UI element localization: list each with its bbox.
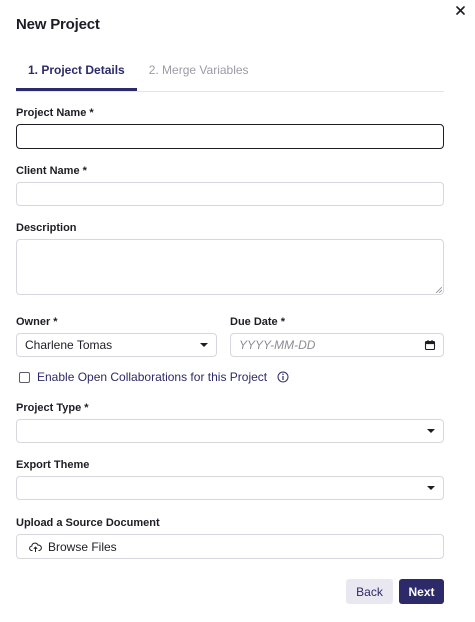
project-type-select[interactable]	[16, 419, 444, 443]
upload-cloud-icon	[29, 542, 42, 552]
chevron-down-icon	[427, 429, 435, 433]
calendar-icon[interactable]	[424, 339, 436, 351]
next-button[interactable]: Next	[399, 579, 444, 604]
due-date-placeholder: YYYY-MM-DD	[239, 338, 316, 352]
due-date-input[interactable]: YYYY-MM-DD	[230, 333, 444, 357]
open-collab-label[interactable]: Enable Open Collaborations for this Proj…	[37, 370, 267, 384]
project-name-input[interactable]	[16, 124, 444, 149]
dialog-title: New Project	[16, 16, 100, 33]
owner-select[interactable]: Charlene Tomas	[16, 333, 217, 357]
project-name-label: Project Name *	[16, 107, 94, 119]
browse-files-label: Browse Files	[48, 539, 117, 554]
tab-merge-variables[interactable]: 2. Merge Variables	[137, 55, 261, 91]
tab-bar: 1. Project Details 2. Merge Variables	[16, 55, 444, 92]
back-button[interactable]: Back	[346, 579, 393, 604]
due-date-label: Due Date *	[230, 316, 286, 328]
upload-label: Upload a Source Document	[16, 517, 160, 529]
open-collab-checkbox[interactable]	[19, 371, 30, 383]
project-type-label: Project Type *	[16, 402, 89, 414]
owner-label: Owner *	[16, 316, 58, 328]
export-theme-select[interactable]	[16, 476, 444, 500]
description-label: Description	[16, 222, 77, 234]
client-name-input[interactable]	[16, 182, 444, 206]
open-collab-row: Enable Open Collaborations for this Proj…	[19, 370, 289, 384]
description-textarea[interactable]	[16, 239, 444, 295]
chevron-down-icon	[427, 486, 435, 490]
info-icon[interactable]	[277, 371, 289, 383]
tab-project-details[interactable]: 1. Project Details	[16, 55, 137, 91]
export-theme-label: Export Theme	[16, 459, 90, 471]
browse-files-button[interactable]: Browse Files	[16, 534, 444, 559]
new-project-dialog: New Project 1. Project Details 2. Merge …	[0, 0, 475, 622]
client-name-label: Client Name *	[16, 165, 87, 177]
close-icon[interactable]	[453, 3, 467, 17]
chevron-down-icon	[200, 343, 208, 347]
owner-selected-value: Charlene Tomas	[25, 338, 113, 352]
